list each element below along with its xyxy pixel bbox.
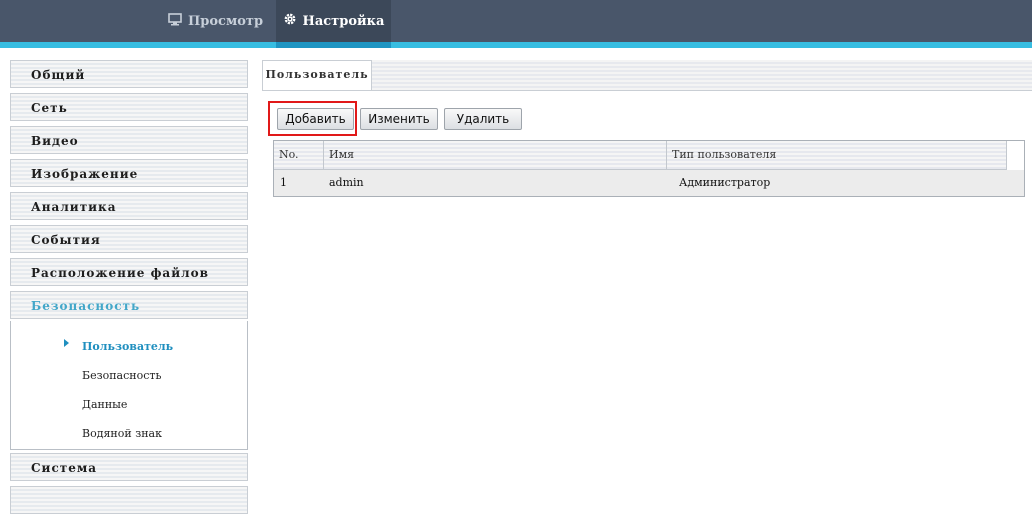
- table-header: No. Имя Тип пользователя: [274, 141, 1007, 170]
- tab-user[interactable]: Пользователь: [262, 60, 372, 90]
- column-header-number[interactable]: No.: [274, 141, 324, 169]
- tab-settings-label: Настройка: [302, 13, 385, 29]
- add-button[interactable]: Добавить: [277, 108, 354, 130]
- delete-button[interactable]: Удалить: [444, 108, 522, 130]
- submenu-item-user[interactable]: Пользователь: [82, 340, 173, 353]
- submenu-item-watermark[interactable]: Водяной знак: [82, 427, 162, 440]
- sidebar-item-events[interactable]: События: [10, 225, 248, 253]
- sidebar-item-network[interactable]: Сеть: [10, 93, 248, 121]
- submenu-item-data[interactable]: Данные: [82, 398, 127, 411]
- sidebar-item-security[interactable]: Безопасность: [10, 291, 248, 319]
- tab-settings-underline: [276, 42, 391, 48]
- column-header-name[interactable]: Имя: [324, 141, 667, 169]
- cell-user-type: Администратор: [679, 176, 771, 189]
- sidebar-item-system[interactable]: Система: [10, 453, 248, 481]
- sidebar: Общий Сеть Видео Изображение Аналитика С…: [10, 60, 250, 514]
- tab-settings[interactable]: Настройка: [276, 0, 391, 42]
- submenu-item-security[interactable]: Безопасность: [82, 369, 161, 382]
- cell-name: admin: [329, 176, 364, 189]
- tab-view-label: Просмотр: [188, 13, 264, 29]
- column-header-user-type[interactable]: Тип пользователя: [667, 141, 1007, 169]
- gear-icon: [283, 12, 297, 30]
- active-arrow-icon: [64, 339, 69, 347]
- sidebar-item-file-location[interactable]: Расположение файлов: [10, 258, 248, 286]
- security-submenu: Пользователь Безопасность Данные Водяной…: [10, 321, 248, 450]
- tab-view[interactable]: Просмотр: [168, 0, 263, 42]
- top-navigation-accent-line: [0, 42, 1032, 48]
- sidebar-item-video[interactable]: Видео: [10, 126, 248, 154]
- monitor-icon: [168, 12, 182, 30]
- sidebar-item-next[interactable]: [10, 486, 248, 514]
- users-table: No. Имя Тип пользователя 1 admin Админис…: [273, 140, 1025, 197]
- edit-button[interactable]: Изменить: [360, 108, 438, 130]
- table-row[interactable]: 1 admin Администратор: [274, 170, 1024, 196]
- sidebar-item-general[interactable]: Общий: [10, 60, 248, 88]
- top-navigation-bar: [0, 0, 1032, 42]
- sidebar-item-analytics[interactable]: Аналитика: [10, 192, 248, 220]
- content-tab-bar: Пользователь: [262, 60, 1032, 91]
- sidebar-item-image[interactable]: Изображение: [10, 159, 248, 187]
- cell-number: 1: [280, 176, 287, 189]
